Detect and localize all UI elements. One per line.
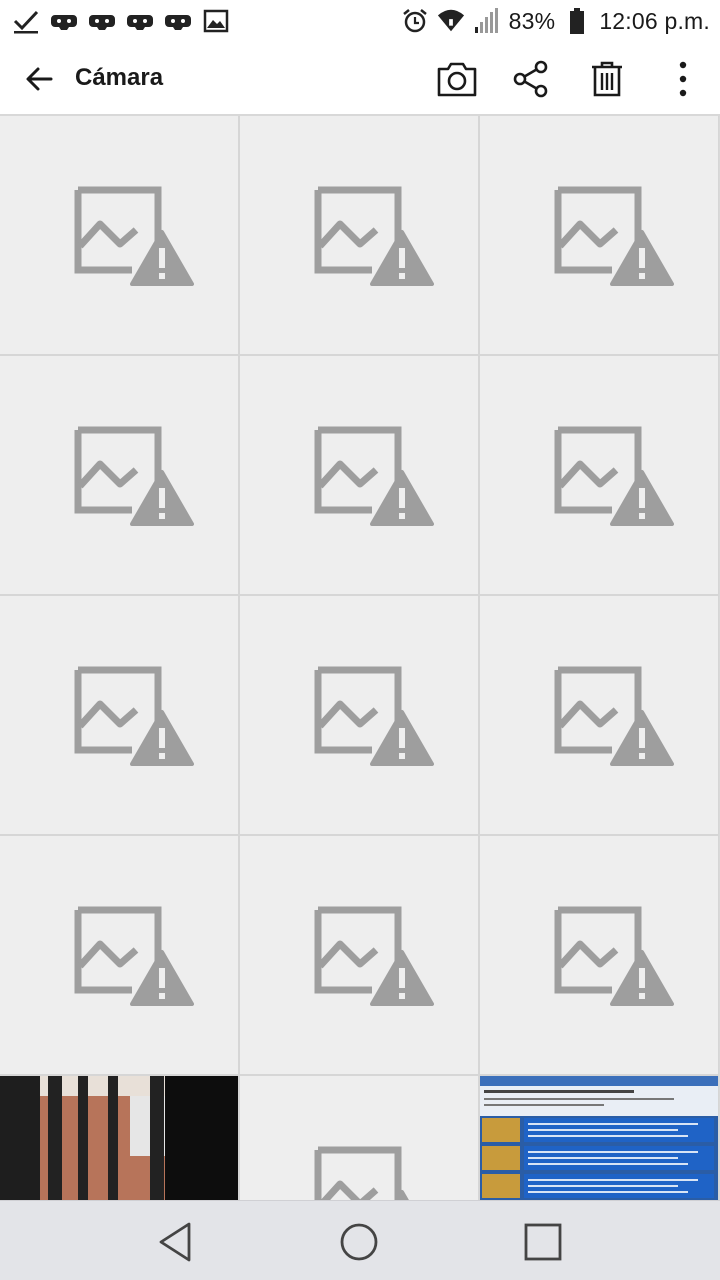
wifi-icon xyxy=(437,7,465,35)
back-arrow-icon xyxy=(26,67,53,91)
status-bar: 83% 12:06 p.m. xyxy=(0,0,720,42)
more-vert-icon xyxy=(679,61,687,97)
screenshot-thumbnail[interactable] xyxy=(479,1075,719,1200)
game-controller-icon xyxy=(88,7,116,35)
thumbnail-tile[interactable] xyxy=(239,595,479,835)
thumbnail-tile[interactable] xyxy=(239,116,479,355)
broken-image-icon xyxy=(314,426,434,526)
notification-icons xyxy=(12,6,230,36)
battery-percent: 83% xyxy=(508,7,556,34)
thumbnail-tile[interactable] xyxy=(0,355,239,595)
camera-button[interactable] xyxy=(433,55,481,103)
photo-image xyxy=(0,1076,238,1200)
alarm-icon xyxy=(401,7,429,35)
camera-icon xyxy=(437,62,477,97)
thumbnail-tile[interactable] xyxy=(0,835,239,1075)
battery-icon xyxy=(563,7,591,35)
nav-back-icon xyxy=(159,1222,191,1262)
broken-image-icon xyxy=(554,426,674,526)
broken-image-icon xyxy=(554,186,674,286)
nav-home-button[interactable] xyxy=(334,1217,384,1267)
broken-image-icon xyxy=(314,666,434,766)
thumbnail-tile[interactable] xyxy=(479,835,719,1075)
broken-image-icon xyxy=(314,186,434,286)
game-controller-icon xyxy=(50,7,78,35)
thumbnail-tile[interactable] xyxy=(0,595,239,835)
broken-image-icon xyxy=(554,906,674,1006)
broken-image-icon xyxy=(554,666,674,766)
nav-home-icon xyxy=(340,1223,378,1261)
page-title: Cámara xyxy=(75,64,164,91)
photo-grid xyxy=(0,116,720,1200)
app-bar: Cámara xyxy=(0,42,720,116)
delete-icon xyxy=(592,61,622,97)
more-options-button[interactable] xyxy=(659,55,707,103)
back-button[interactable] xyxy=(16,56,62,102)
broken-image-icon xyxy=(314,1146,409,1200)
thumbnail-tile[interactable] xyxy=(0,116,239,355)
thumbnail-tile[interactable] xyxy=(239,355,479,595)
broken-image-icon xyxy=(74,666,194,766)
signal-icon xyxy=(473,7,501,35)
broken-image-icon xyxy=(74,186,194,286)
screenshot-image xyxy=(480,1076,718,1200)
delete-button[interactable] xyxy=(583,55,631,103)
clock: 12:06 p.m. xyxy=(599,7,710,34)
nav-recent-icon xyxy=(524,1223,562,1261)
thumbnail-tile[interactable] xyxy=(479,595,719,835)
thumbnail-tile[interactable] xyxy=(479,116,719,355)
share-icon xyxy=(513,60,548,98)
navigation-bar xyxy=(0,1200,720,1280)
game-controller-icon xyxy=(164,7,192,35)
game-controller-icon xyxy=(126,7,154,35)
check-icon xyxy=(12,7,40,35)
thumbnail-tile[interactable] xyxy=(479,355,719,595)
broken-image-icon xyxy=(314,906,434,1006)
share-button[interactable] xyxy=(507,55,555,103)
broken-image-icon xyxy=(74,426,194,526)
broken-image-icon xyxy=(74,906,194,1006)
photo-thumbnail[interactable] xyxy=(0,1075,239,1200)
screen: 83% 12:06 p.m. Cámara xyxy=(0,0,720,1280)
nav-recent-button[interactable] xyxy=(518,1217,568,1267)
nav-back-button[interactable] xyxy=(150,1217,200,1267)
image-icon xyxy=(202,7,230,35)
system-status: 83% 12:06 p.m. xyxy=(401,6,710,36)
thumbnail-tile[interactable] xyxy=(239,835,479,1075)
thumbnail-tile[interactable] xyxy=(239,1075,479,1200)
